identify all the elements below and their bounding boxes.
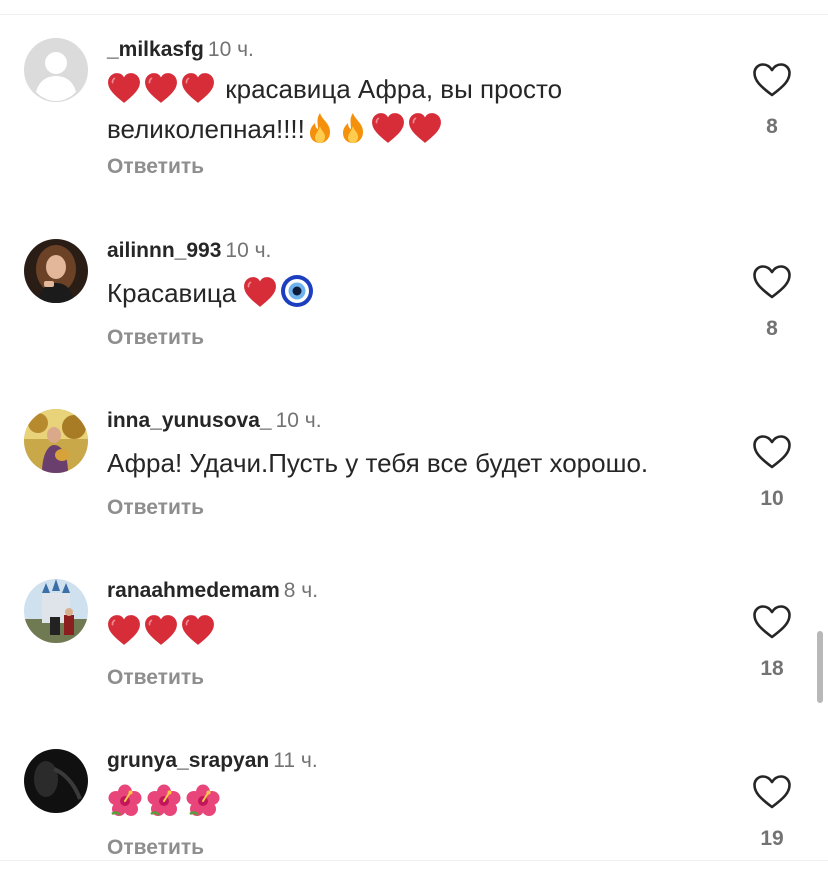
red-heart-emoji-icon <box>181 614 215 654</box>
comment-text <box>107 614 667 654</box>
comment-username[interactable]: ailinnn_993 10 ч. <box>107 239 271 263</box>
like-heart-icon[interactable] <box>752 774 792 810</box>
red-heart-emoji-icon <box>243 276 277 316</box>
comment-time: 10 ч. <box>225 239 272 262</box>
red-heart-emoji-icon <box>408 112 442 152</box>
avatar[interactable] <box>24 409 88 473</box>
comment-username[interactable]: _milkasfg 10 ч. <box>107 38 254 62</box>
username-text[interactable]: inna_yunusova_ <box>107 409 272 432</box>
comment-text-line1: красавица Афра, вы просто <box>225 74 563 104</box>
comment-time: 10 ч. <box>275 409 322 432</box>
comment-username[interactable]: inna_yunusova_ 10 ч. <box>107 409 322 433</box>
red-heart-emoji-icon <box>144 614 178 654</box>
username-text[interactable]: ailinnn_993 <box>107 239 221 262</box>
avatar[interactable] <box>24 239 88 303</box>
hibiscus-emoji-icon <box>146 784 182 826</box>
red-heart-emoji-icon <box>371 112 405 152</box>
fire-emoji-icon <box>305 112 335 152</box>
like-count[interactable]: 8 <box>732 317 812 341</box>
reply-button[interactable]: Ответить <box>107 666 204 690</box>
username-text[interactable]: _milkasfg <box>107 38 204 61</box>
red-heart-emoji-icon <box>107 614 141 654</box>
like-heart-icon[interactable] <box>752 264 792 300</box>
scrollbar-thumb[interactable] <box>817 631 823 703</box>
username-text[interactable]: ranaahmedemam <box>107 579 280 602</box>
red-heart-emoji-icon <box>144 72 178 112</box>
comment-text <box>107 784 667 826</box>
like-count[interactable]: 8 <box>732 115 812 139</box>
reply-button[interactable]: Ответить <box>107 836 204 860</box>
avatar[interactable] <box>24 579 88 643</box>
comment-text: красавица Афра, вы просто великолепная!!… <box>107 72 667 152</box>
avatar[interactable] <box>24 749 88 813</box>
comment-text: Красавица <box>107 274 667 316</box>
red-heart-emoji-icon <box>107 72 141 112</box>
username-text[interactable]: grunya_srapyan <box>107 749 269 772</box>
hibiscus-emoji-icon <box>107 784 143 826</box>
like-count[interactable]: 19 <box>732 827 812 851</box>
comment-time: 10 ч. <box>207 38 254 61</box>
like-count[interactable]: 10 <box>732 487 812 511</box>
comment-text-content: Афра! Удачи.Пусть у тебя все будет хорош… <box>107 448 649 478</box>
red-heart-emoji-icon <box>181 72 215 112</box>
avatar-placeholder[interactable] <box>24 38 88 102</box>
like-heart-icon[interactable] <box>752 604 792 640</box>
comment-time: 8 ч. <box>283 579 319 602</box>
like-heart-icon[interactable] <box>752 434 792 470</box>
comment-username[interactable]: grunya_srapyan 11 ч. <box>107 749 318 773</box>
reply-button[interactable]: Ответить <box>107 155 204 179</box>
nazar-amulet-emoji-icon <box>280 274 314 316</box>
top-divider <box>0 14 828 15</box>
bottom-divider <box>0 860 828 861</box>
hibiscus-emoji-icon <box>185 784 221 826</box>
comment-username[interactable]: ranaahmedemam 8 ч. <box>107 579 318 603</box>
reply-button[interactable]: Ответить <box>107 496 204 520</box>
comment-text: Афра! Удачи.Пусть у тебя все будет хорош… <box>107 446 727 480</box>
fire-emoji-icon <box>338 112 368 152</box>
like-count[interactable]: 18 <box>732 657 812 681</box>
comment-time: 11 ч. <box>273 749 318 772</box>
comment-text-line2: великолепная!!!! <box>107 114 305 144</box>
like-heart-icon[interactable] <box>752 62 792 98</box>
reply-button[interactable]: Ответить <box>107 326 204 350</box>
comment-text-content: Красавица <box>107 278 237 308</box>
